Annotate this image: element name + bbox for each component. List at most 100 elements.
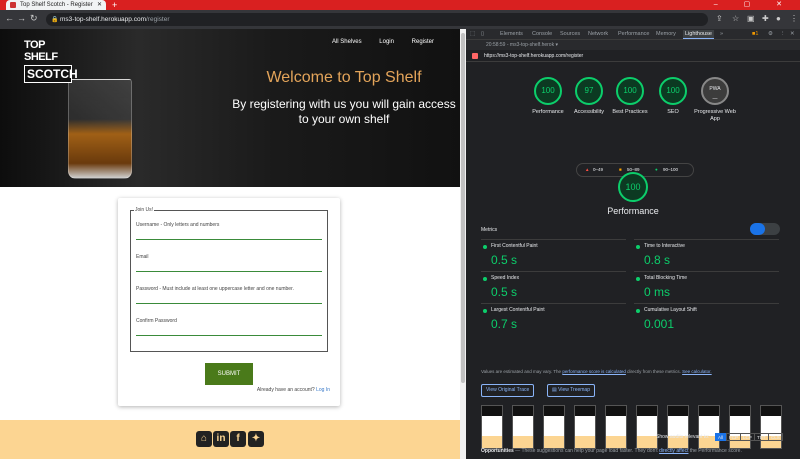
tab-lighthouse[interactable]: Lighthouse <box>683 30 714 39</box>
lighthouse-session-bar: 20:58:59 - ms3-top-shelf.herok ▾ <box>466 40 800 50</box>
settings-icon[interactable]: ⚙ <box>768 31 773 37</box>
metric-value: 0.5 s <box>491 285 518 299</box>
filmstrip-frame <box>574 405 596 449</box>
filmstrip-frame <box>605 405 627 449</box>
filter-fcp[interactable]: FCP <box>726 433 741 441</box>
filmstrip-frame <box>729 405 751 449</box>
view-treemap-button[interactable]: ▤ View Treemap <box>547 384 595 397</box>
reload-icon[interactable]: ↻ <box>30 13 38 24</box>
view-trace-button[interactable]: View Original Trace <box>481 384 535 397</box>
tab-console[interactable]: Console <box>532 31 552 37</box>
username-field[interactable]: Username - Only letters and numbers <box>136 222 322 240</box>
twitter-icon[interactable]: ✦ <box>248 431 264 447</box>
legend-pass: 90–100 <box>663 167 679 172</box>
welcome-heading: Welcome to Top Shelf <box>266 69 422 86</box>
forward-icon[interactable]: → <box>17 13 26 23</box>
login-link[interactable]: Log In <box>316 387 330 393</box>
opportunities-text: — These suggestions can help your page l… <box>513 448 658 454</box>
metric-value: 0.001 <box>644 317 675 331</box>
performance-gauge[interactable]: 100 <box>534 77 562 105</box>
inspect-icon[interactable]: ⬚ <box>470 31 475 37</box>
profile-icon[interactable]: ● <box>776 14 781 23</box>
extension-icon[interactable]: ▣ <box>747 14 755 23</box>
nav-all-shelves[interactable]: All Shelves <box>332 39 362 45</box>
filter-tbt[interactable]: TBT <box>754 433 769 441</box>
tab-network[interactable]: Network <box>588 31 608 37</box>
best-practices-gauge[interactable]: 100 <box>616 77 644 105</box>
nav-login[interactable]: Login <box>379 39 394 45</box>
site-logo[interactable]: TOP SHELF SCOTCH <box>24 39 78 83</box>
metric-tti: Time to Interactive 0.8 s <box>634 239 779 271</box>
filter-cls[interactable]: CLS <box>768 433 783 441</box>
confirm-password-field[interactable]: Confirm Password <box>136 318 322 336</box>
device-icon[interactable]: ▯ <box>481 31 484 37</box>
opportunities-tail: the Performance score. <box>689 448 742 454</box>
filter-lcp[interactable]: LCP <box>740 433 755 441</box>
accessibility-gauge[interactable]: 97 <box>575 77 603 105</box>
opportunities-line: Opportunities — These suggestions can he… <box>481 448 742 454</box>
filmstrip <box>481 405 791 449</box>
report-url-bar: https://ms3-top-shelf.herokuapp.com/regi… <box>466 50 800 62</box>
bookmark-icon[interactable]: ☆ <box>732 14 739 23</box>
audits-relevant-label: Show audits relevant to: <box>656 434 710 440</box>
pass-circle-icon: ● <box>655 167 658 172</box>
tab-performance[interactable]: Performance <box>618 31 650 37</box>
calculator-link[interactable]: See calculator. <box>682 369 712 374</box>
close-devtools-icon[interactable]: ✕ <box>790 31 795 37</box>
directly-affect-link[interactable]: directly affect <box>659 448 688 454</box>
metric-tbt: Total Blocking Time 0 ms <box>634 271 779 303</box>
metrics-view-toggle[interactable] <box>750 223 780 235</box>
treemap-label: View Treemap <box>558 387 590 393</box>
favicon-icon <box>10 2 16 8</box>
performance-big-gauge: 100 <box>618 172 648 202</box>
metric-value: 0.5 s <box>491 253 518 267</box>
tab-elements[interactable]: Elements <box>500 31 523 37</box>
legend-fail: 0–49 <box>593 167 604 172</box>
password-field[interactable]: Password - Must include at least one upp… <box>136 286 322 304</box>
github-icon[interactable]: ⌂ <box>196 431 212 447</box>
hero-banner: TOP SHELF SCOTCH All Shelves Login Regis… <box>0 29 460 187</box>
tab-memory[interactable]: Memory <box>656 31 676 37</box>
filmstrip-frame <box>481 405 503 449</box>
close-tab-icon[interactable]: ✕ <box>97 1 102 8</box>
metric-name: Total Blocking Time <box>644 275 688 281</box>
filmstrip-frame <box>543 405 565 449</box>
pwa-gauge[interactable]: PWA — <box>701 77 729 105</box>
fail-triangle-icon: ▲ <box>585 167 590 172</box>
metric-fcp: First Contentful Paint 0.5 s <box>481 239 626 271</box>
nav-register[interactable]: Register <box>412 39 434 45</box>
more-options-icon[interactable]: ⋮ <box>780 31 786 37</box>
issues-icon[interactable]: ■1 <box>752 31 758 37</box>
facebook-icon[interactable]: f <box>230 431 246 447</box>
report-url[interactable]: https://ms3-top-shelf.herokuapp.com/regi… <box>484 53 583 59</box>
filter-all[interactable]: All <box>715 433 727 441</box>
filmstrip-frame <box>698 405 720 449</box>
url-host: ms3-top-shelf.herokuapp.com <box>60 16 146 23</box>
tab-more[interactable]: » <box>720 31 723 37</box>
opportunities-label: Opportunities <box>481 448 514 454</box>
browser-tab[interactable]: Top Shelf Scotch - Register ✕ <box>6 0 106 10</box>
linkedin-icon[interactable]: in <box>213 431 229 447</box>
pwa-label: Progressive Web App <box>694 109 736 122</box>
seo-gauge[interactable]: 100 <box>659 77 687 105</box>
logo-line2: SCOTCH <box>25 66 78 82</box>
session-select[interactable]: 20:58:59 - ms3-top-shelf.herok ▾ <box>486 42 558 48</box>
metric-value: 0 ms <box>644 285 671 299</box>
metric-name: Cumulative Layout Shift <box>644 307 697 313</box>
window-controls[interactable]: – ▢ ✕ <box>714 0 794 10</box>
new-tab-button[interactable]: + <box>112 0 117 10</box>
metric-name: Speed Index <box>491 275 520 281</box>
share-icon[interactable]: ⇪ <box>716 14 723 23</box>
tab-sources[interactable]: Sources <box>560 31 580 37</box>
username-label: Username - Only letters and numbers <box>136 222 220 228</box>
puzzle-icon[interactable]: ✚ <box>762 14 769 23</box>
address-bar[interactable]: 🔒 ms3-top-shelf.herokuapp.com/register <box>46 13 708 26</box>
tab-strip: Top Shelf Scotch - Register ✕ + – ▢ ✕ <box>0 0 800 10</box>
email-field[interactable]: Email <box>136 254 322 272</box>
menu-icon[interactable]: ⋮ <box>790 14 798 23</box>
submit-button[interactable]: SUBMIT <box>205 363 253 385</box>
welcome-subtitle: By registering with us you will gain acc… <box>232 97 456 126</box>
pwa-badge: PWA <box>709 86 721 92</box>
score-calculated-link[interactable]: performance score is calculated <box>562 369 626 374</box>
back-icon[interactable]: ← <box>5 13 14 23</box>
